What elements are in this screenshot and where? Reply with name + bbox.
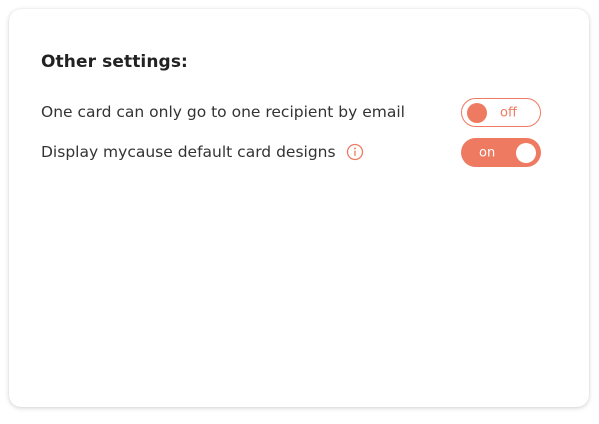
info-icon[interactable] — [346, 143, 364, 161]
setting-row-default-designs: Display mycause default card designs on — [41, 138, 541, 168]
page: Other settings: One card can only go to … — [0, 0, 599, 424]
settings-card: Other settings: One card can only go to … — [9, 9, 589, 407]
toggle-knob — [516, 142, 536, 163]
single-recipient-toggle[interactable]: off — [461, 98, 541, 127]
toggle-state-text: on — [479, 145, 496, 160]
toggle-knob — [467, 102, 487, 123]
toggle-state-text: off — [500, 105, 517, 120]
setting-row-single-recipient: One card can only go to one recipient by… — [41, 98, 541, 128]
setting-label: Display mycause default card designs — [41, 143, 336, 161]
section-title: Other settings: — [41, 52, 188, 72]
default-designs-toggle[interactable]: on — [461, 138, 541, 167]
setting-label: One card can only go to one recipient by… — [41, 103, 405, 121]
